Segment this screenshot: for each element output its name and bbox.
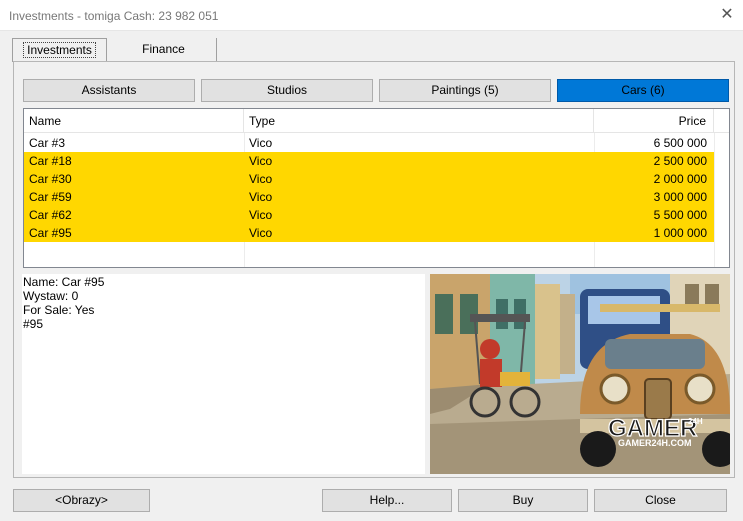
cell-price: 2 500 000 [653,154,707,168]
cell-type: Vico [249,190,273,204]
close-icon[interactable]: ✕ [716,5,738,25]
car-photo: GAMER 24H GAMER24H.COM [430,274,730,474]
details-panel: Name: Car #95 Wystaw: 0 For Sale: Yes #9… [22,274,425,474]
cell-type: Vico [249,136,273,150]
cell-type: Vico [249,208,273,222]
cell-name: Car #3 [29,136,66,150]
cell-price: 3 000 000 [653,190,707,204]
column-header-name[interactable]: Name [24,109,244,133]
cell-price: 5 500 000 [653,208,707,222]
investments-list[interactable]: Name Type Price Car #3 Vico 6 500 000 Ca… [23,108,730,268]
table-row[interactable]: Car #30 Vico 2 000 000 [24,170,714,188]
detail-name: Name: Car #95 [23,275,105,289]
cell-name: Car #62 [29,208,72,222]
tab-investments[interactable]: Investments [12,38,107,62]
detail-for-sale: For Sale: Yes [23,303,95,317]
cell-type: Vico [249,154,273,168]
table-row[interactable]: Car #95 Vico 1 000 000 [24,224,714,242]
cell-price: 1 000 000 [653,226,707,240]
cell-type: Vico [249,172,273,186]
watermark-tag: 24H [688,417,703,426]
cell-price: 2 000 000 [653,172,707,186]
list-header: Name Type Price [24,109,729,133]
column-divider [714,133,715,267]
table-row[interactable]: Car #59 Vico 3 000 000 [24,188,714,206]
buy-button[interactable]: Buy [458,489,588,512]
tab-investments-label: Investments [23,42,96,58]
tab-finance[interactable]: Finance [111,38,217,62]
category-cars-button[interactable]: Cars (6) [557,79,729,102]
watermark-sub: GAMER24H.COM [618,438,692,448]
column-header-price[interactable]: Price [594,109,714,133]
detail-wystaw: Wystaw: 0 [23,289,79,303]
obrazy-button[interactable]: <Obrazy> [13,489,150,512]
help-button[interactable]: Help... [322,489,452,512]
table-row[interactable]: Car #3 Vico 6 500 000 [24,134,714,152]
close-button[interactable]: Close [594,489,727,512]
category-studios-button[interactable]: Studios [201,79,373,102]
category-assistants-button[interactable]: Assistants [23,79,195,102]
cell-name: Car #95 [29,226,72,240]
category-paintings-button[interactable]: Paintings (5) [379,79,551,102]
table-row[interactable]: Car #62 Vico 5 500 000 [24,206,714,224]
window-title: Investments - tomiga Cash: 23 982 051 [9,9,219,23]
detail-id: #95 [23,317,44,331]
cell-name: Car #18 [29,154,72,168]
cell-type: Vico [249,226,273,240]
title-bar: Investments - tomiga Cash: 23 982 051 ✕ [0,0,743,31]
column-header-type[interactable]: Type [244,109,594,133]
cell-name: Car #30 [29,172,72,186]
table-row[interactable]: Car #18 Vico 2 500 000 [24,152,714,170]
cell-price: 6 500 000 [653,136,707,150]
cell-name: Car #59 [29,190,72,204]
